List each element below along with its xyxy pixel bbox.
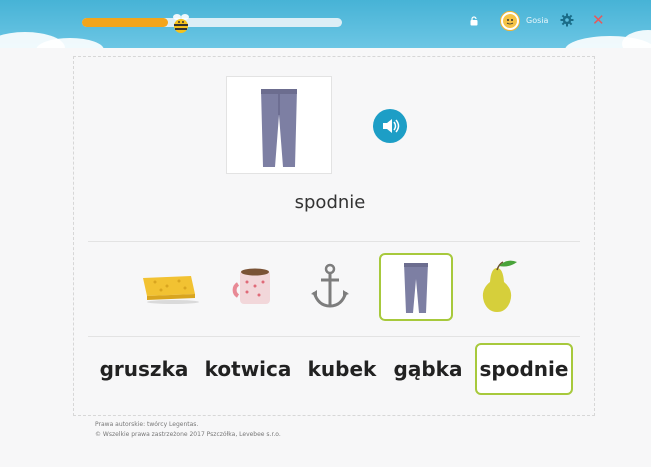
anchor-icon — [311, 263, 349, 308]
pants-icon — [261, 89, 297, 167]
word-image — [226, 76, 332, 174]
sponge-icon — [143, 276, 199, 304]
mug-icon — [232, 268, 270, 304]
choice-kotwica[interactable]: kotwica — [203, 343, 293, 395]
choice-spodnie[interactable]: spodnie — [475, 343, 573, 395]
target-word: spodnie — [294, 192, 366, 213]
picture-option-mug[interactable] — [226, 262, 278, 308]
pants-icon — [404, 263, 428, 313]
choice-kubek[interactable]: kubek — [304, 343, 380, 395]
progress-fill — [82, 18, 168, 27]
picture-option-pear[interactable] — [472, 258, 522, 314]
top-bar: Gosia ✕ — [0, 0, 651, 48]
divider — [88, 241, 580, 242]
choice-gabka[interactable]: gąbka — [390, 343, 466, 395]
choice-gruszka[interactable]: gruszka — [96, 343, 192, 395]
avatar-icon[interactable] — [500, 11, 520, 31]
picture-option-pants[interactable] — [379, 253, 453, 321]
username-label[interactable]: Gosia — [526, 16, 548, 25]
picture-option-anchor[interactable] — [306, 262, 354, 310]
lock-icon[interactable] — [470, 15, 478, 29]
picture-option-sponge[interactable] — [137, 266, 201, 306]
bee-icon — [173, 14, 189, 33]
pear-icon — [482, 260, 517, 312]
speaker-icon — [383, 119, 400, 133]
gear-icon[interactable] — [560, 13, 574, 27]
close-icon[interactable]: ✕ — [592, 11, 605, 29]
speaker-button[interactable] — [373, 109, 407, 143]
progress-bar — [82, 18, 342, 27]
copyright-line-1: Prawa autorskie: twórcy Legentas. — [95, 421, 199, 428]
copyright-line-2: © Wszelkie prawa zastrzeżone 2017 Pszczó… — [95, 431, 281, 438]
divider — [88, 336, 580, 337]
